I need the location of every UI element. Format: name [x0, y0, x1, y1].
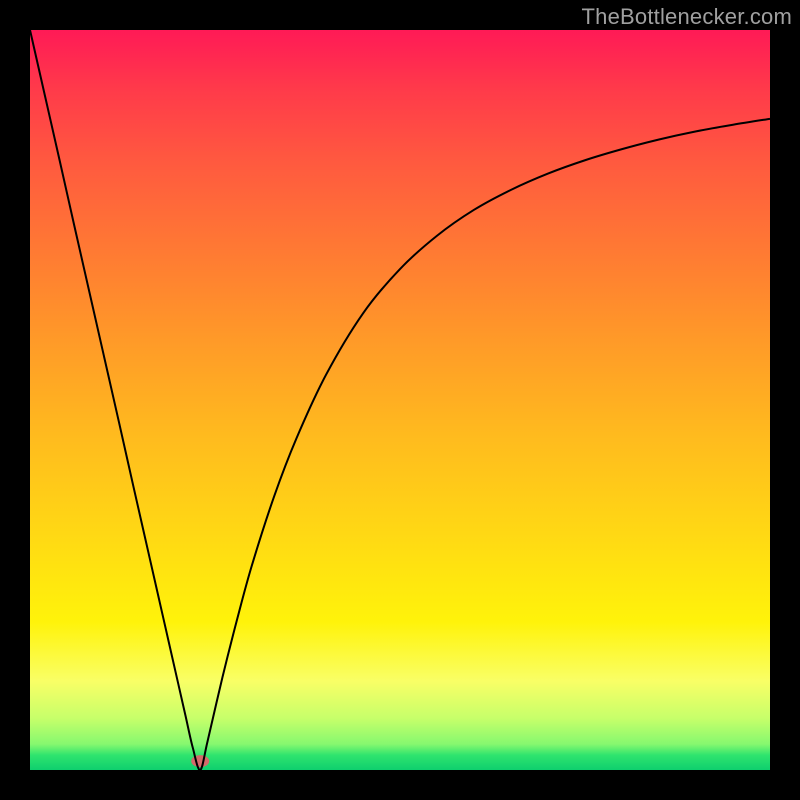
chart-frame: TheBottlenecker.com — [0, 0, 800, 800]
watermark-text: TheBottlenecker.com — [582, 4, 792, 30]
chart-svg — [30, 30, 770, 770]
bottleneck-curve — [30, 30, 770, 770]
current-point-marker — [191, 755, 209, 767]
plot-area — [30, 30, 770, 770]
